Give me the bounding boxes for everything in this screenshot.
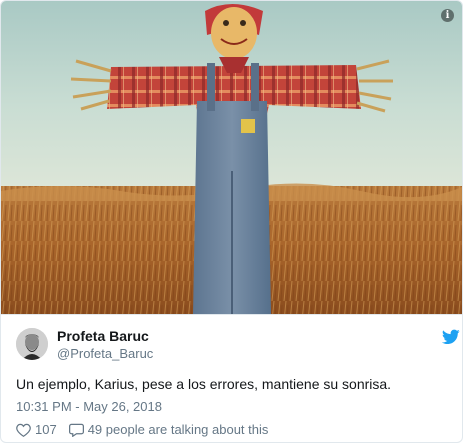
tweet-timestamp[interactable]: 10:31 PM - May 26, 2018	[16, 399, 162, 414]
heart-icon	[16, 423, 31, 437]
speech-bubble-icon	[68, 423, 84, 437]
reply-conversation-link[interactable]: 49 people are talking about this	[68, 422, 269, 437]
tweet-author[interactable]: Profeta Baruc @Profeta_Baruc	[16, 327, 460, 363]
like-count: 107	[35, 422, 57, 437]
like-button[interactable]: 107	[16, 422, 57, 437]
author-handle[interactable]: @Profeta_Baruc	[57, 346, 153, 361]
author-name[interactable]: Profeta Baruc	[57, 328, 149, 344]
avatar[interactable]	[16, 328, 48, 360]
tweet-actions: 107 49 people are talking about this	[16, 422, 268, 437]
info-icon[interactable]: i	[441, 9, 454, 22]
tweet-text: Un ejemplo, Karius, pese a los errores, …	[16, 376, 392, 392]
tweet-card[interactable]: i Profeta Baruc @Profeta_Baruc Un ejempl…	[0, 0, 463, 443]
twitter-bird-icon[interactable]	[442, 329, 460, 345]
scarecrow-photo	[1, 1, 462, 314]
tweet-image[interactable]: i	[1, 1, 462, 315]
talking-count: 49 people are talking about this	[87, 422, 269, 437]
avatar-portrait-icon	[16, 328, 48, 360]
